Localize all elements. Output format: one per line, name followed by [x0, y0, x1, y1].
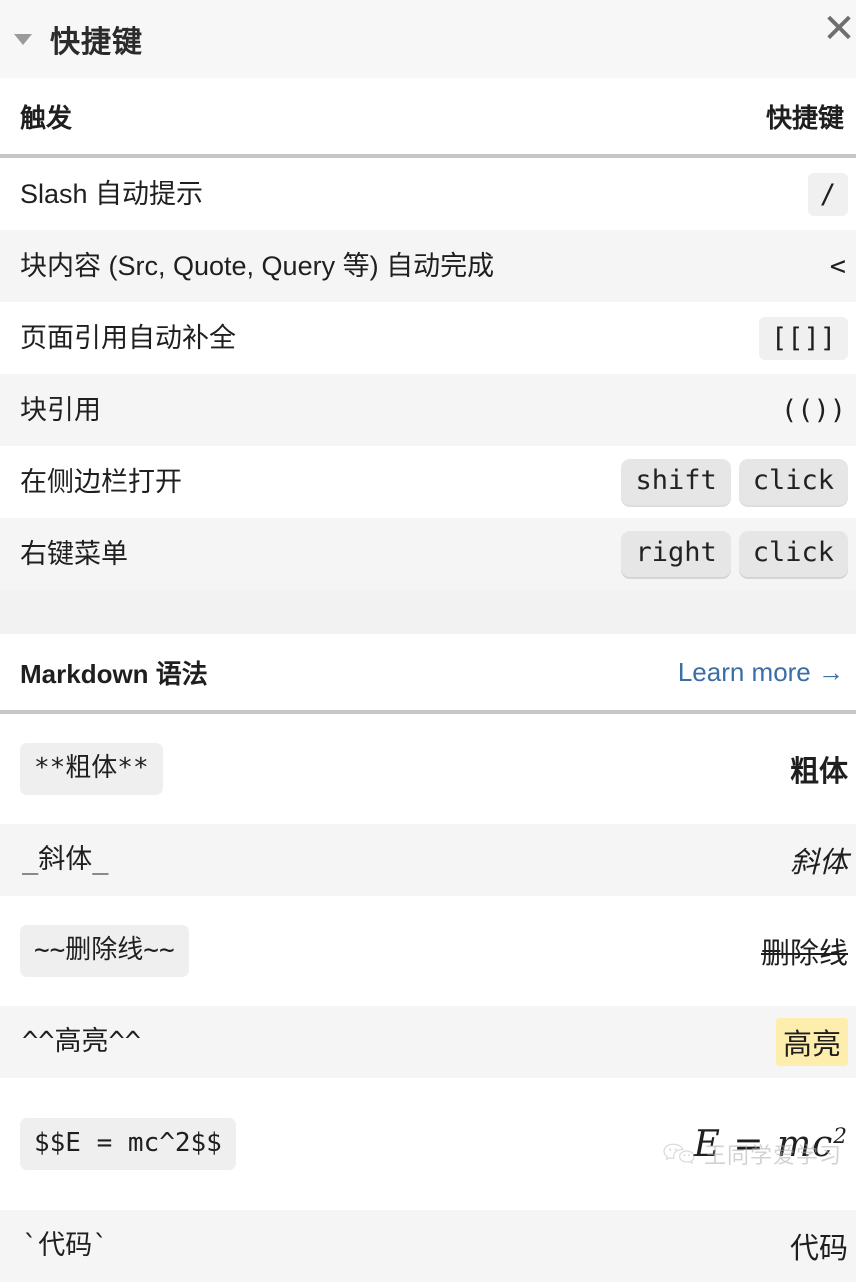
table-row[interactable]: 在侧边栏打开 shift click — [0, 446, 856, 518]
table-row[interactable]: 块引用 (()) — [0, 374, 856, 446]
markdown-syntax: ~~删除线~~ — [20, 925, 189, 977]
column-header-trigger: 触发 — [20, 102, 73, 133]
rendered-italic: 斜体 — [789, 845, 848, 879]
table-row[interactable]: `代码` 代码 — [0, 1210, 856, 1282]
code-chip: (()) — [780, 394, 846, 426]
trigger-label: 右键菜单 — [20, 538, 128, 569]
code-chip: < — [829, 250, 846, 282]
shortcuts-table-header: 触发 快捷键 — [0, 78, 856, 158]
table-row[interactable]: $$E = mc^2$$ E = mc2 — [0, 1078, 856, 1210]
code-chip: _斜体_ — [22, 843, 109, 875]
table-row[interactable]: Slash 自动提示 / — [0, 158, 856, 230]
shortcuts-table: 触发 快捷键 Slash 自动提示 / 块内容 (Src, Quote, Que… — [0, 78, 856, 590]
code-chip: ~~删除线~~ — [20, 925, 189, 977]
shortcut-value: shift click — [621, 459, 848, 505]
panel-title: 快捷键 — [50, 26, 143, 59]
table-row[interactable]: 右键菜单 right click — [0, 518, 856, 590]
kbd-key: click — [738, 531, 848, 577]
markdown-syntax: ^^高亮^^ — [20, 1018, 143, 1066]
trigger-label: 块引用 — [20, 394, 101, 425]
kbd-key: right — [621, 531, 731, 577]
markdown-result: 删除线 — [761, 930, 848, 972]
rendered-code: 代码 — [789, 1233, 848, 1265]
rendered-highlight: 高亮 — [775, 1018, 848, 1066]
markdown-syntax: _斜体_ — [20, 836, 111, 884]
latex-exponent: 2 — [833, 1123, 848, 1149]
trigger-label: 页面引用自动补全 — [20, 322, 236, 353]
markdown-syntax: **粗体** — [20, 743, 163, 795]
markdown-table: Markdown 语法 Learn more → **粗体** 粗体 _斜体_ … — [0, 634, 856, 1282]
close-icon[interactable]: ✕ — [816, 8, 856, 54]
trigger-label: Slash 自动提示 — [20, 178, 204, 209]
learn-more-link[interactable]: Learn more → — [678, 657, 844, 688]
trigger-label: 块内容 (Src, Quote, Query 等) 自动完成 — [20, 250, 495, 281]
code-chip: **粗体** — [20, 743, 163, 795]
trigger-label: 在侧边栏打开 — [20, 466, 182, 497]
latex-base: E = mc — [693, 1123, 834, 1165]
column-header-shortcut: 快捷键 — [765, 102, 844, 133]
markdown-result: E = mc2 — [694, 1124, 848, 1165]
table-row[interactable]: _斜体_ 斜体 — [0, 824, 856, 896]
rendered-bold: 粗体 — [789, 756, 848, 788]
section-divider — [0, 590, 856, 634]
kbd-key: click — [738, 459, 848, 505]
table-row[interactable]: ~~删除线~~ 删除线 — [0, 896, 856, 1006]
code-chip: `代码` — [22, 1229, 109, 1261]
rendered-latex: E = mc2 — [694, 1124, 848, 1165]
shortcut-value: < — [828, 245, 848, 288]
markdown-syntax: `代码` — [20, 1222, 111, 1270]
markdown-result: 粗体 — [790, 748, 848, 790]
markdown-result: 代码 — [790, 1225, 848, 1267]
shortcut-value: (()) — [779, 389, 848, 432]
markdown-syntax: $$E = mc^2$$ — [20, 1118, 236, 1170]
rendered-strikethrough: 删除线 — [760, 938, 848, 970]
shortcut-value: / — [807, 172, 848, 216]
panel-header: 快捷键 ✕ — [0, 0, 856, 78]
table-row[interactable]: ^^高亮^^ 高亮 — [0, 1006, 856, 1078]
markdown-result: 高亮 — [775, 1018, 848, 1066]
table-row[interactable]: 块内容 (Src, Quote, Query 等) 自动完成 < — [0, 230, 856, 302]
table-row[interactable]: **粗体** 粗体 — [0, 714, 856, 824]
code-chip: / — [807, 172, 848, 216]
triangle-down-icon[interactable] — [14, 33, 32, 45]
table-row[interactable]: 页面引用自动补全 [[]] — [0, 302, 856, 374]
kbd-key: shift — [621, 459, 731, 505]
markdown-result: 斜体 — [790, 839, 848, 881]
markdown-table-header: Markdown 语法 Learn more → — [0, 634, 856, 714]
code-chip: $$E = mc^2$$ — [20, 1118, 236, 1170]
shortcut-value: right click — [621, 531, 848, 577]
shortcut-value: [[]] — [758, 316, 848, 360]
code-chip: [[]] — [758, 316, 848, 360]
markdown-section-title: Markdown 语法 — [20, 658, 208, 689]
code-chip: ^^高亮^^ — [22, 1025, 142, 1057]
